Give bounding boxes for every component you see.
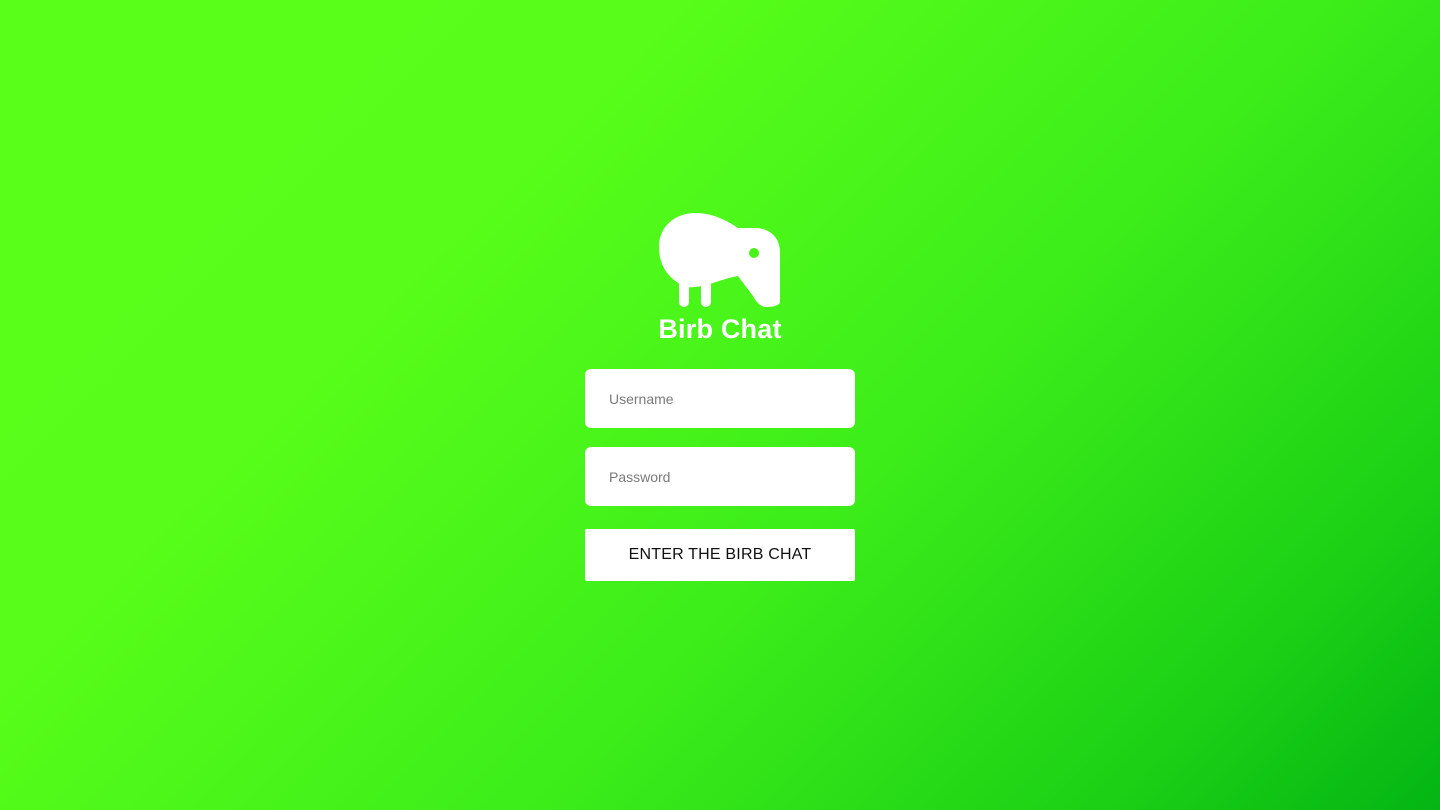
- login-panel: Birb Chat ENTER THE BIRB CHAT: [585, 212, 855, 581]
- enter-chat-button[interactable]: ENTER THE BIRB CHAT: [585, 529, 855, 581]
- app-title: Birb Chat: [658, 314, 782, 344]
- username-input[interactable]: [585, 369, 855, 428]
- password-input[interactable]: [585, 447, 855, 506]
- kiwi-bird-icon: [659, 213, 780, 307]
